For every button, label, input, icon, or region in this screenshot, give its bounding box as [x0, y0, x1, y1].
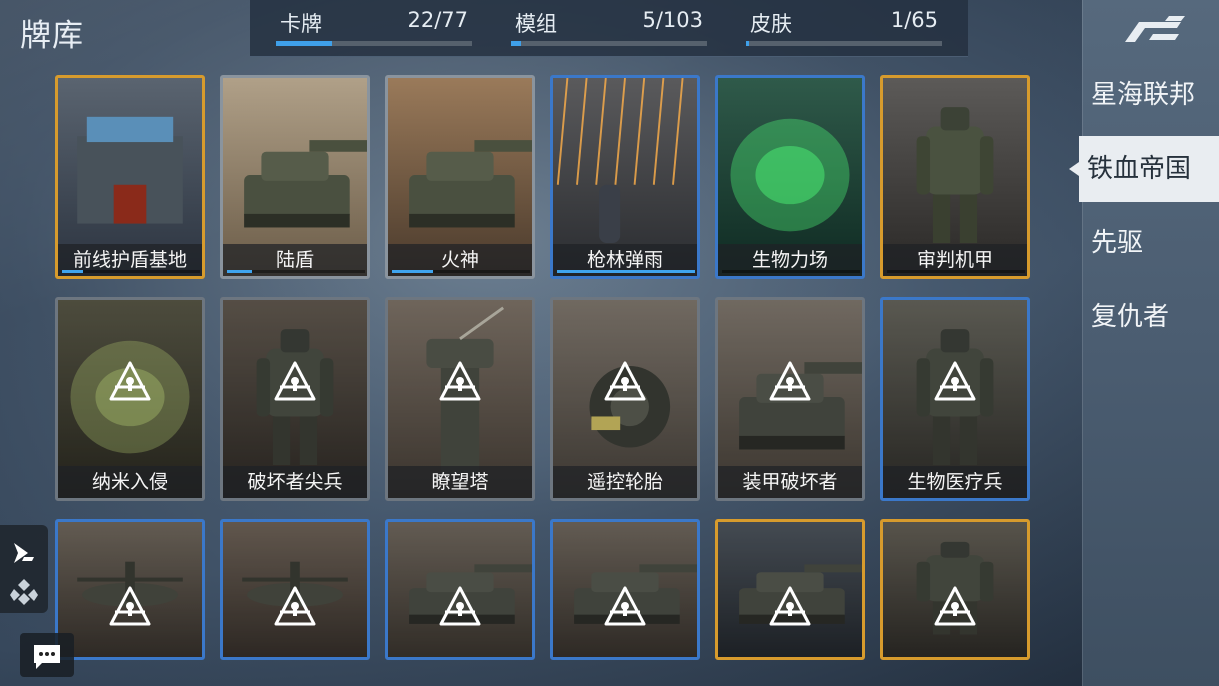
card-progress-track	[62, 270, 200, 273]
card-slot[interactable]	[715, 519, 865, 660]
lock-icon	[439, 586, 481, 625]
stat-progress-fill	[276, 41, 333, 46]
page-title: 牌库	[20, 18, 84, 54]
lock-icon	[934, 361, 976, 401]
card-slot[interactable]: 装甲破坏者	[715, 297, 865, 501]
stat-cards: 卡牌 22/77	[276, 8, 472, 48]
card-progress-track	[887, 270, 1025, 273]
card-name: 破坏者尖兵	[223, 466, 367, 498]
faction-tab-star-federation[interactable]: 星海联邦	[1083, 62, 1219, 128]
lock-icon	[109, 361, 151, 401]
lock-icon	[604, 361, 646, 401]
card-progress-fill	[392, 270, 434, 273]
stat-count: 1/65	[890, 8, 938, 32]
card-slot[interactable]	[55, 519, 205, 660]
card-progress-track	[557, 270, 695, 273]
stat-label: 模组	[515, 12, 557, 36]
card-slot[interactable]: 遥控轮胎	[550, 297, 700, 501]
lock-icon	[769, 361, 811, 401]
card-slot[interactable]	[550, 519, 700, 660]
card-slot[interactable]: 枪林弹雨	[550, 75, 700, 279]
card-name: 纳米入侵	[58, 466, 202, 498]
card-slot[interactable]	[220, 519, 370, 660]
card-slot[interactable]: 陆盾	[220, 75, 370, 279]
stat-label: 卡牌	[280, 12, 322, 36]
card-progress-track	[722, 270, 860, 273]
card-progress-fill	[62, 270, 83, 273]
card-progress-fill	[557, 270, 695, 273]
card-slot[interactable]: 生物医疗兵	[880, 297, 1030, 501]
stat-progress-fill	[746, 41, 749, 46]
card-progress-track	[227, 270, 365, 273]
faction-tab-pioneer[interactable]: 先驱	[1083, 210, 1219, 276]
card-progress-fill	[227, 270, 252, 273]
lock-icon	[604, 586, 646, 625]
collection-stats-bar: 卡牌 22/77 模组 5/103 皮肤 1/65	[250, 0, 968, 57]
side-action-panel	[0, 525, 48, 613]
stat-label: 皮肤	[750, 12, 792, 36]
card-slot[interactable]: 瞭望塔	[385, 297, 535, 501]
card-slot[interactable]: 火神	[385, 75, 535, 279]
faction-tab-avenger[interactable]: 复仇者	[1083, 284, 1219, 350]
card-progress-track	[392, 270, 530, 273]
stat-count: 22/77	[407, 8, 468, 32]
card-name: 生物医疗兵	[883, 466, 1027, 498]
card-name: 装甲破坏者	[718, 466, 862, 498]
card-name: 瞭望塔	[388, 466, 532, 498]
stat-progress-track	[276, 41, 472, 46]
stat-count: 5/103	[642, 8, 703, 32]
guild-emblem-icon[interactable]	[8, 575, 40, 607]
lock-icon	[934, 586, 976, 625]
stat-modules: 模组 5/103	[511, 8, 707, 48]
faction-tab-iron-empire[interactable]: 铁血帝国	[1069, 136, 1219, 202]
card-slot[interactable]: 纳米入侵	[55, 297, 205, 501]
play-arrow-icon[interactable]	[8, 537, 40, 569]
card-name: 遥控轮胎	[553, 466, 697, 498]
card-slot[interactable]: 前线护盾基地	[55, 75, 205, 279]
stat-progress-track	[746, 41, 942, 46]
lock-icon	[769, 586, 811, 625]
faction-panel: 星海联邦 铁血帝国 先驱 复仇者	[1069, 0, 1219, 686]
stat-progress-track	[511, 41, 707, 46]
chat-icon[interactable]	[20, 633, 74, 677]
card-slot[interactable]	[880, 519, 1030, 660]
card-slot[interactable]	[385, 519, 535, 660]
game-logo-icon	[1125, 16, 1185, 42]
card-slot[interactable]: 生物力场	[715, 75, 865, 279]
lock-icon	[274, 361, 316, 401]
stat-skins: 皮肤 1/65	[746, 8, 942, 48]
card-slot[interactable]: 审判机甲	[880, 75, 1030, 279]
lock-icon	[274, 586, 316, 625]
lock-icon	[439, 361, 481, 401]
stat-progress-fill	[511, 41, 521, 46]
card-slot[interactable]: 破坏者尖兵	[220, 297, 370, 501]
lock-icon	[109, 586, 151, 625]
